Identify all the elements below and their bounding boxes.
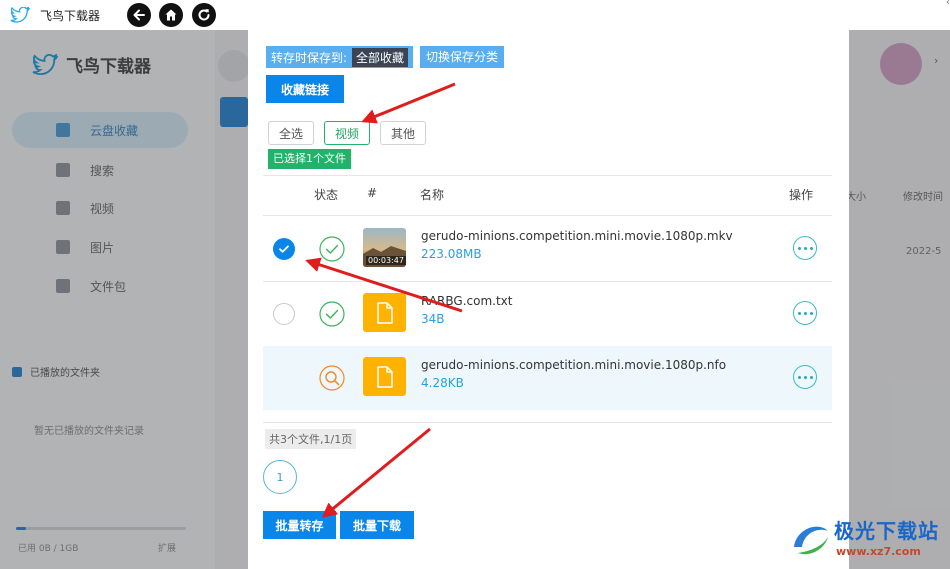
back-button[interactable] <box>127 3 151 27</box>
document-icon <box>376 301 393 324</box>
divider <box>263 422 832 423</box>
file-name: gerudo-minions.competition.mini.movie.10… <box>421 358 727 372</box>
watermark-title: 极光下载站 <box>834 519 939 543</box>
divider <box>263 175 832 176</box>
more-actions-button[interactable] <box>793 301 817 325</box>
more-actions-button[interactable] <box>793 365 817 389</box>
bird-logo-icon <box>10 7 30 23</box>
status-searching-icon <box>319 365 345 391</box>
refresh-button[interactable] <box>192 3 216 27</box>
file-size: 34B <box>421 312 445 326</box>
file-summary: 共3个文件,1/1页 <box>265 429 357 449</box>
divider <box>263 215 832 216</box>
watermark-logo-icon <box>794 526 828 555</box>
column-header-name: 名称 <box>420 188 445 202</box>
status-done-icon <box>319 301 345 327</box>
file-row[interactable]: gerudo-minions.competition.mini.movie.10… <box>263 346 832 410</box>
column-header-action: 操作 <box>789 188 814 202</box>
title-bar: 飞鸟下载器 ‹ <box>0 0 950 30</box>
file-row[interactable]: 00:03:47 gerudo-minions.competition.mini… <box>263 217 832 281</box>
file-icon[interactable] <box>363 357 406 396</box>
collect-link-button[interactable]: 收藏链接 <box>266 75 344 103</box>
more-actions-button[interactable] <box>793 236 817 260</box>
home-button[interactable] <box>159 3 183 27</box>
file-size: 223.08MB <box>421 247 482 261</box>
check-icon <box>279 245 289 253</box>
row-checkbox-checked[interactable] <box>273 238 295 260</box>
app-title: 飞鸟下载器 <box>40 9 101 23</box>
save-to-indicator: 转存时保存到: 全部收藏 <box>266 46 414 68</box>
save-to-target: 全部收藏 <box>352 47 409 67</box>
watermark-url: www.xz7.com <box>836 545 921 558</box>
file-icon[interactable] <box>363 293 406 332</box>
watermark: 极光下载站 www.xz7.com <box>788 515 948 567</box>
filter-other[interactable]: 其他 <box>380 121 426 145</box>
status-done-icon <box>319 236 345 262</box>
batch-download-button[interactable]: 批量下载 <box>340 511 414 539</box>
file-name: RARBG.com.txt <box>421 294 513 308</box>
collapse-corner-icon[interactable]: ‹ <box>946 0 950 8</box>
save-dialog: 转存时保存到: 全部收藏 切换保存分类 收藏链接 全选 视频 其他 已选择1个文… <box>248 30 849 569</box>
switch-category-button[interactable]: 切换保存分类 <box>420 46 505 68</box>
batch-save-button[interactable]: 批量转存 <box>263 511 336 539</box>
file-name: gerudo-minions.competition.mini.movie.10… <box>421 229 733 243</box>
home-icon <box>165 9 177 21</box>
document-icon <box>376 365 393 388</box>
filter-video[interactable]: 视频 <box>324 121 370 145</box>
arrow-left-icon <box>133 9 145 21</box>
column-header-index: # <box>367 186 378 200</box>
filter-select-all[interactable]: 全选 <box>268 121 314 145</box>
column-header-status: 状态 <box>314 188 339 202</box>
page-button[interactable]: 1 <box>263 460 297 494</box>
refresh-icon <box>198 9 210 21</box>
file-size: 4.28KB <box>421 376 464 390</box>
selected-count-badge: 已选择1个文件 <box>268 149 351 169</box>
file-row[interactable]: RARBG.com.txt 34B <box>263 282 832 346</box>
save-to-label: 转存时保存到: <box>271 50 348 65</box>
video-thumbnail[interactable]: 00:03:47 <box>363 228 406 267</box>
video-duration: 00:03:47 <box>366 256 406 265</box>
row-checkbox[interactable] <box>273 303 295 325</box>
